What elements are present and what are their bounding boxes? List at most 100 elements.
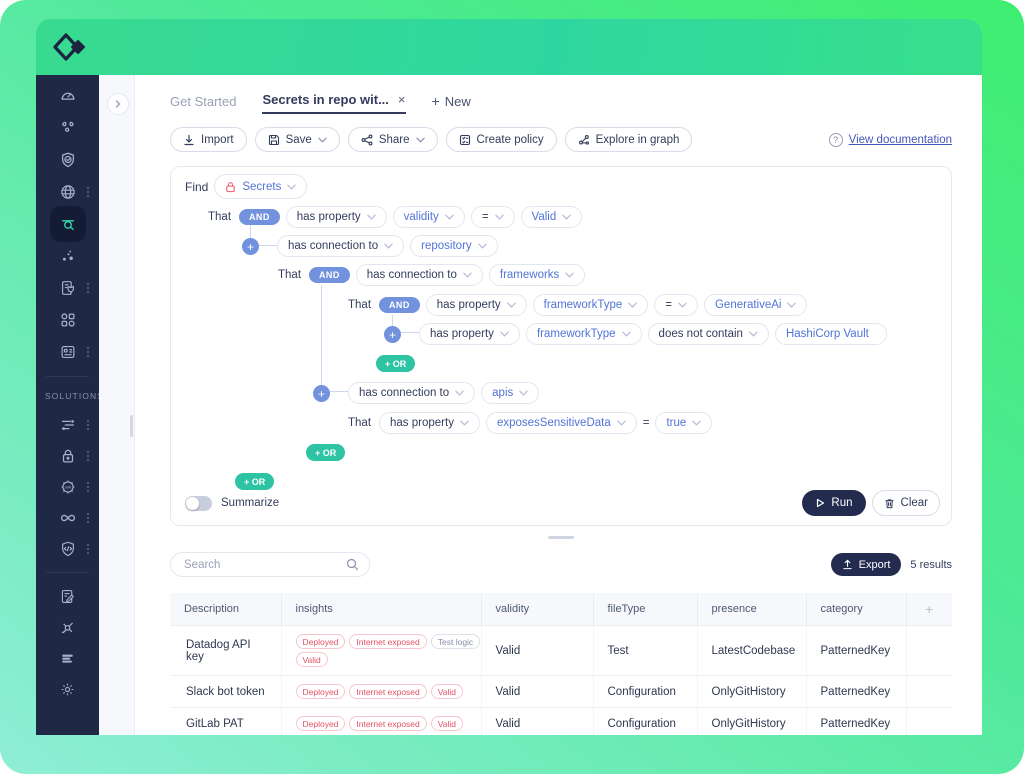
operator-select[interactable]: has property <box>419 323 520 345</box>
comparator-select[interactable]: = <box>654 294 698 316</box>
results-search <box>170 552 370 577</box>
add-or-button[interactable]: + OR <box>235 473 274 490</box>
value-select[interactable]: true <box>655 412 712 434</box>
chevron-down-icon <box>500 331 509 337</box>
item-menu-dots[interactable] <box>87 347 89 357</box>
item-menu-dots[interactable] <box>87 420 89 430</box>
expand-panel-button[interactable] <box>107 93 129 115</box>
sidebar-item-reports[interactable] <box>36 336 99 368</box>
tab-active-query[interactable]: Secrets in repo wit... × <box>262 88 405 114</box>
comparator-select[interactable]: = <box>471 206 515 228</box>
target-select[interactable]: apis <box>481 382 539 404</box>
col-validity[interactable]: validity <box>481 593 593 626</box>
col-description[interactable]: Description <box>170 593 281 626</box>
lock-icon <box>59 447 77 465</box>
explore-in-graph-button[interactable]: Explore in graph <box>565 127 693 152</box>
col-fileType[interactable]: fileType <box>593 593 697 626</box>
sidebar-item-appsec[interactable] <box>36 533 99 564</box>
sidebar-item-supply-chain[interactable] <box>36 409 99 440</box>
sidebar-item-secrets[interactable] <box>36 440 99 471</box>
export-button[interactable]: Export <box>831 553 902 576</box>
item-menu-dots[interactable] <box>87 283 89 293</box>
property-select[interactable]: exposesSensitiveData <box>486 412 637 434</box>
value-select[interactable]: Valid <box>521 206 583 228</box>
add-or-button[interactable]: + OR <box>376 355 415 372</box>
value-input[interactable]: HashiCorp Vault <box>775 323 887 345</box>
table-header-row: Description insights validity fileType p… <box>170 593 952 626</box>
clear-button[interactable]: Clear <box>872 490 940 516</box>
sidebar-item-explorer-active[interactable] <box>36 208 99 240</box>
share-button[interactable]: Share <box>348 127 438 152</box>
save-button[interactable]: Save <box>255 127 340 152</box>
target-select[interactable]: repository <box>410 235 498 257</box>
results-count: 5 results <box>910 559 952 571</box>
docs-link-text[interactable]: View documentation <box>849 134 952 146</box>
run-button[interactable]: Run <box>802 490 865 516</box>
sidebar-item-components[interactable] <box>36 304 99 336</box>
summarize-toggle[interactable] <box>185 496 212 511</box>
item-menu-dots[interactable] <box>87 544 89 554</box>
insight-badge: Valid <box>296 652 328 667</box>
operator-select[interactable]: has connection to <box>348 382 475 404</box>
and-operator-pill[interactable]: AND <box>239 209 280 225</box>
value-select[interactable]: GenerativeAi <box>704 294 807 316</box>
sidebar-item-dashboard[interactable] <box>36 80 99 112</box>
cell-description: Slack bot token <box>170 676 281 708</box>
panel-resize-handle[interactable] <box>548 536 574 539</box>
sidebar-item-internet[interactable] <box>36 176 99 208</box>
equals-label: = <box>643 417 650 429</box>
item-menu-dots[interactable] <box>87 451 89 461</box>
and-operator-pill[interactable]: AND <box>379 297 420 313</box>
sidebar-item-integrations[interactable] <box>36 612 99 643</box>
property-select[interactable]: frameworkType <box>526 323 642 345</box>
sidebar-item-inventory[interactable] <box>36 112 99 144</box>
operator-select[interactable]: has property <box>379 412 480 434</box>
chevron-down-icon <box>460 420 469 426</box>
cell-category: PatternedKey <box>806 708 906 736</box>
target-select[interactable]: frameworks <box>489 264 585 286</box>
and-operator-pill[interactable]: AND <box>309 267 350 283</box>
col-insights[interactable]: insights <box>281 593 481 626</box>
entity-select[interactable]: Secrets <box>214 174 307 199</box>
operator-select[interactable]: has connection to <box>356 264 483 286</box>
apiiro-diamond-logo <box>53 32 87 62</box>
item-menu-dots[interactable] <box>87 482 89 492</box>
sidebar-item-logs[interactable] <box>36 643 99 674</box>
import-button[interactable]: Import <box>170 127 247 152</box>
sidebar-item-risk[interactable] <box>36 144 99 176</box>
that-label: That <box>348 417 371 429</box>
comparator-select[interactable]: does not contain <box>648 323 769 345</box>
add-condition-button[interactable]: + <box>313 385 330 402</box>
add-column-button[interactable]: + <box>906 593 952 626</box>
search-input[interactable] <box>170 552 370 577</box>
col-presence[interactable]: presence <box>697 593 806 626</box>
sidebar-item-connections[interactable] <box>36 240 99 272</box>
chevron-down-icon <box>455 390 464 396</box>
sidebar-item-settings[interactable] <box>36 674 99 705</box>
view-documentation-link[interactable]: ? View documentation <box>829 133 952 147</box>
table-row[interactable]: Slack bot token Deployed Internet expose… <box>170 676 952 708</box>
create-policy-button[interactable]: Create policy <box>446 127 557 152</box>
item-menu-dots[interactable] <box>87 187 89 197</box>
add-or-button[interactable]: + OR <box>306 444 345 461</box>
property-select[interactable]: validity <box>393 206 465 228</box>
tab-new[interactable]: + New <box>432 88 471 114</box>
col-category[interactable]: category <box>806 593 906 626</box>
rail-scrollbar-thumb[interactable] <box>130 415 133 437</box>
table-row[interactable]: GitLab PAT Deployed Internet exposed Val… <box>170 708 952 736</box>
close-tab-icon[interactable]: × <box>398 92 406 107</box>
add-condition-button[interactable]: + <box>242 238 259 255</box>
operator-select[interactable]: has property <box>286 206 387 228</box>
sidebar-item-policies[interactable] <box>36 272 99 304</box>
operator-select[interactable]: has property <box>426 294 527 316</box>
add-condition-button[interactable]: + <box>384 326 401 343</box>
sidebar-item-cicd[interactable] <box>36 502 99 533</box>
operator-select[interactable]: has connection to <box>277 235 404 257</box>
item-menu-dots[interactable] <box>87 513 89 523</box>
property-select[interactable]: frameworkType <box>533 294 649 316</box>
table-row[interactable]: Datadog API key Deployed Internet expose… <box>170 626 952 676</box>
tab-get-started[interactable]: Get Started <box>170 88 236 114</box>
sidebar-item-workflows[interactable] <box>36 581 99 612</box>
summarize-label: Summarize <box>221 497 279 509</box>
sidebar-item-api-security[interactable]: API <box>36 471 99 502</box>
